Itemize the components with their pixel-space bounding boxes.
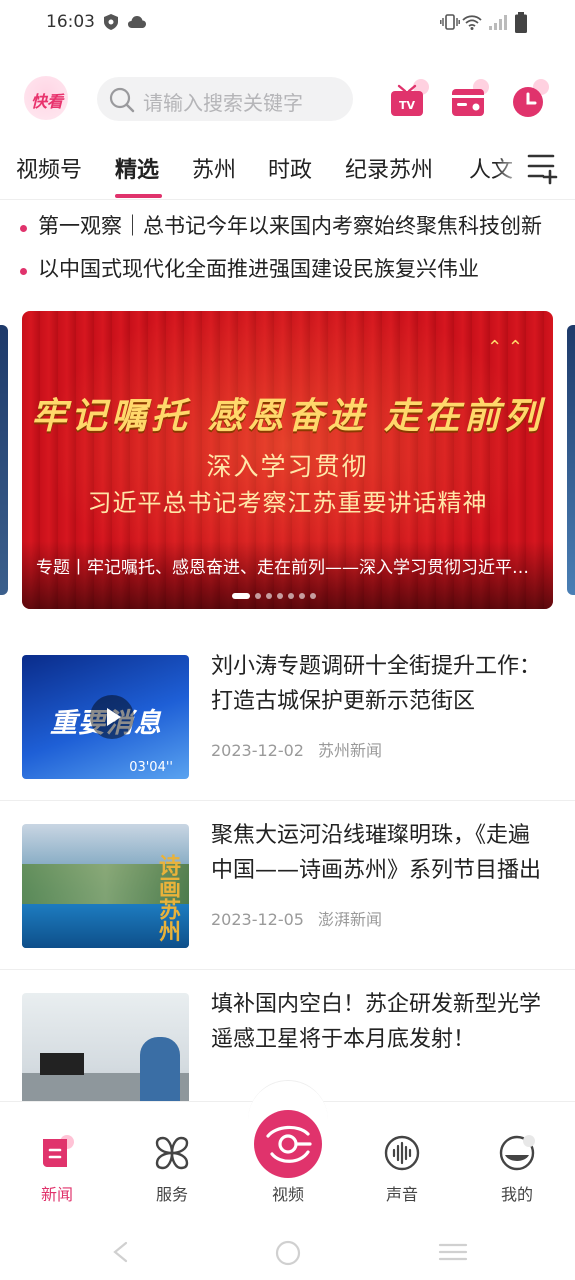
lab-monitor-shape xyxy=(40,1053,84,1075)
home-icon[interactable] xyxy=(275,1240,301,1266)
carousel-indicator xyxy=(232,593,321,599)
svg-text:TV: TV xyxy=(399,99,416,112)
play-icon xyxy=(107,708,121,726)
carousel-dot xyxy=(266,593,272,599)
news-date: 2023-12-02 xyxy=(211,741,304,760)
status-time: 16:03 xyxy=(46,12,95,32)
back-icon[interactable] xyxy=(110,1241,130,1263)
nav-video-button[interactable] xyxy=(254,1110,322,1178)
thumbnail-text: 诗画苏州 xyxy=(155,854,180,942)
news-thumbnail: 重要消息 03'04'' xyxy=(22,655,189,779)
news-date: 2023-12-05 xyxy=(211,910,304,929)
profile-icon xyxy=(499,1135,535,1171)
carousel-dot xyxy=(288,593,294,599)
logo-text: 快看 xyxy=(30,92,63,111)
search-icon xyxy=(109,87,135,113)
news-thumbnail xyxy=(22,993,189,1117)
news-source: 苏州新闻 xyxy=(317,741,382,760)
signal-icon xyxy=(489,15,507,30)
lab-worker-shape xyxy=(140,1037,180,1107)
bullet-dot xyxy=(20,268,27,275)
video-duration: 03'04'' xyxy=(129,760,173,775)
search-placeholder: 请输入搜索关键字 xyxy=(143,91,303,115)
banner-slogan: 牢记嘱托 感恩奋进 走在前列 xyxy=(30,395,545,437)
app-header: 快看 请输入搜索关键字 TV xyxy=(0,70,575,130)
nav-label: 服务 xyxy=(155,1185,188,1204)
news-meta: 2023-12-05 澎湃新闻 xyxy=(211,906,382,930)
cloud-icon xyxy=(128,16,146,28)
nav-news[interactable]: 新闻 xyxy=(17,1133,97,1205)
vpn-shield-icon xyxy=(104,14,118,30)
tab-jilu-suzhou[interactable]: 纪录苏州 xyxy=(345,152,433,184)
tab-shipinhao[interactable]: 视频号 xyxy=(16,152,82,184)
bullet-dot xyxy=(20,225,27,232)
tab-jingxuan[interactable]: 精选 xyxy=(115,152,159,184)
headline-text: 以中国式现代化全面推进强国建设民族复兴伟业 xyxy=(38,257,479,281)
services-icon xyxy=(155,1136,189,1170)
active-tab-indicator xyxy=(115,194,162,198)
banner-subtitle: 深入学习贯彻 xyxy=(206,452,369,481)
menu-add-icon xyxy=(527,154,558,185)
news-meta: 2023-12-02 苏州新闻 xyxy=(211,737,382,761)
vibrate-icon xyxy=(440,14,460,30)
tab-shizheng[interactable]: 时政 xyxy=(268,152,312,184)
news-title: 填补国内空白！苏企研发新型光学遥感卫星将于本月底发射！ xyxy=(211,992,542,1052)
nav-label: 我的 xyxy=(500,1185,533,1204)
news-item[interactable]: 重要消息 03'04'' 刘小涛专题调研十全街提升工作：打造古城保护更新示范街区… xyxy=(0,633,575,801)
battery-icon xyxy=(515,12,527,33)
nav-profile[interactable]: 我的 xyxy=(477,1133,557,1205)
next-slide-peek[interactable] xyxy=(567,325,575,595)
tab-manage-button[interactable] xyxy=(527,150,559,186)
nav-label: 新闻 xyxy=(40,1185,73,1204)
carousel-dot xyxy=(255,593,261,599)
audio-icon xyxy=(384,1135,420,1171)
headline-item[interactable]: 第一观察｜总书记今年以来国内考察始终聚焦科技创新 xyxy=(20,210,560,250)
wifi-icon xyxy=(462,15,482,30)
banner-caption: 专题丨牢记嘱托、感恩奋进、走在前列——深入学习贯彻习近平总书记考察江苏重要讲话精… xyxy=(36,558,536,578)
tabs-fade xyxy=(495,140,525,198)
video-icon xyxy=(266,1125,312,1163)
channel-tabs: 视频号 精选 苏州 时政 纪录苏州 人文 xyxy=(0,140,575,200)
nav-audio[interactable]: 声音 xyxy=(362,1133,442,1205)
carousel-dot xyxy=(277,593,283,599)
banner-carousel[interactable]: ⌃ ⌃ 牢记嘱托 感恩奋进 走在前列 深入学习贯彻 习近平总书记考察江苏重要讲话… xyxy=(22,311,553,609)
search-input[interactable]: 请输入搜索关键字 xyxy=(97,77,353,121)
carousel-dot-active xyxy=(232,593,250,599)
radio-button[interactable] xyxy=(445,75,493,123)
prev-slide-peek[interactable] xyxy=(0,325,8,595)
history-button[interactable] xyxy=(505,75,553,123)
carousel-dot xyxy=(310,593,316,599)
app-logo[interactable]: 快看 xyxy=(24,76,68,120)
nav-label: 视频 xyxy=(271,1185,304,1204)
headline-item[interactable]: 以中国式现代化全面推进强国建设民族复兴伟业 xyxy=(20,253,560,293)
tab-suzhou[interactable]: 苏州 xyxy=(192,152,236,184)
news-title: 聚焦大运河沿线璀璨明珠，《走遍中国——诗画苏州》系列节目播出 xyxy=(211,823,542,883)
radio-icon xyxy=(452,79,489,116)
tv-icon: TV xyxy=(391,79,429,116)
banner-subtitle-2: 习近平总书记考察江苏重要讲话精神 xyxy=(87,489,488,517)
history-clock-icon xyxy=(513,79,549,117)
play-button[interactable] xyxy=(90,695,134,739)
news-thumbnail: 诗画苏州 xyxy=(22,824,189,948)
nav-label: 声音 xyxy=(385,1185,418,1204)
status-bar: 16:03 xyxy=(0,0,575,48)
news-source: 澎湃新闻 xyxy=(317,910,382,929)
nav-services[interactable]: 服务 xyxy=(132,1133,212,1205)
carousel-dot xyxy=(299,593,305,599)
system-nav-bar xyxy=(0,1223,575,1280)
news-title: 刘小涛专题调研十全街提升工作：打造古城保护更新示范街区 xyxy=(211,654,542,714)
recents-icon[interactable] xyxy=(438,1242,468,1262)
birds-decoration: ⌃ ⌃ xyxy=(487,337,523,358)
tv-button[interactable]: TV xyxy=(385,75,433,123)
news-icon xyxy=(43,1135,74,1167)
headline-text: 第一观察｜总书记今年以来国内考察始终聚焦科技创新 xyxy=(38,214,542,238)
news-item[interactable]: 诗画苏州 聚焦大运河沿线璀璨明珠，《走遍中国——诗画苏州》系列节目播出 2023… xyxy=(0,802,575,970)
